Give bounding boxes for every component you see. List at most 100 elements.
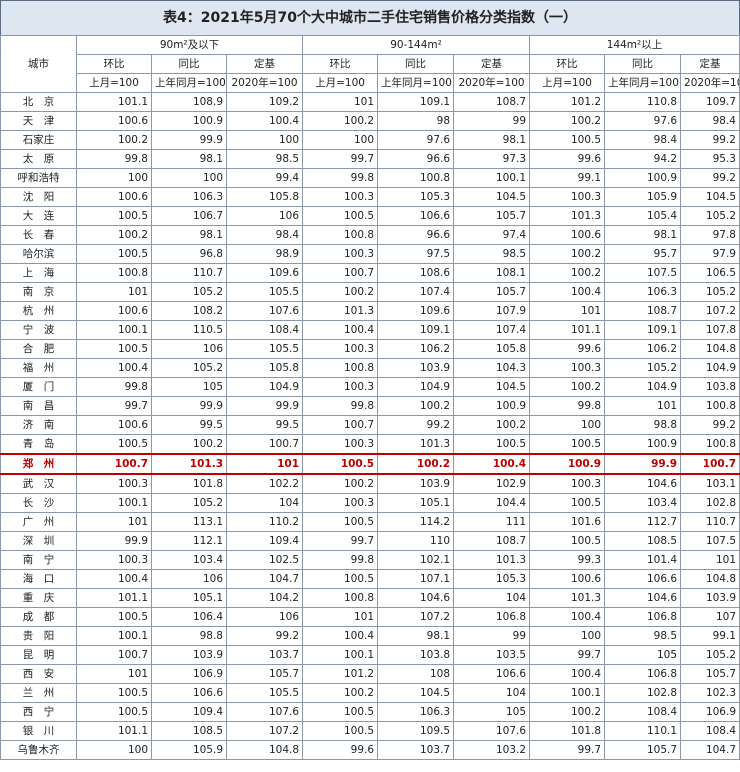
index-value-cell: 100.3 bbox=[302, 244, 379, 264]
index-value-cell: 100.5 bbox=[76, 607, 152, 627]
index-value-cell: 100.7 bbox=[680, 453, 740, 475]
index-value-cell: 104.8 bbox=[680, 569, 740, 589]
index-value-cell: 104.7 bbox=[225, 569, 304, 589]
table-row: 天 津 100.6 100.9 100.4 100.2 98 99 100.2 97.6 98.4 bbox=[0, 111, 740, 131]
index-value-cell: 105 bbox=[604, 645, 682, 665]
index-value-cell: 108.2 bbox=[151, 301, 227, 321]
index-value-cell: 100.4 bbox=[529, 664, 606, 684]
table-row: 深 圳 99.9 112.1 109.4 99.7 110 108.7 100.5 108.5 1… bbox=[0, 531, 740, 551]
index-value-cell: 104.5 bbox=[453, 377, 531, 397]
index-value-cell: 100.2 bbox=[76, 130, 152, 150]
index-value-cell: 100.5 bbox=[76, 683, 152, 703]
index-value-cell: 106.8 bbox=[453, 607, 531, 627]
spreadsheet-sheet: 表4：2021年5月70个大中城市二手住宅销售价格分类指数（一） 城市 90m²… bbox=[0, 0, 740, 772]
index-value-cell: 99.3 bbox=[529, 550, 606, 570]
index-value-cell: 108.7 bbox=[453, 92, 531, 112]
index-value-cell: 110.7 bbox=[151, 263, 227, 283]
index-value-cell: 100.7 bbox=[302, 263, 379, 283]
index-value-cell: 100.3 bbox=[302, 187, 379, 207]
city-cell: 天 津 bbox=[0, 111, 77, 131]
index-value-cell: 99.7 bbox=[302, 149, 379, 169]
city-cell: 合 肥 bbox=[0, 339, 77, 359]
index-value-cell: 101.1 bbox=[529, 320, 606, 340]
index-value-cell: 100 bbox=[302, 130, 379, 150]
index-value-cell: 108.7 bbox=[453, 531, 531, 551]
index-value-cell: 106.6 bbox=[151, 683, 227, 703]
city-cell: 厦 门 bbox=[0, 377, 77, 397]
base-header: 上月=100 bbox=[529, 73, 606, 93]
index-value-cell: 100.6 bbox=[529, 225, 606, 245]
metric-header: 环比 bbox=[76, 54, 152, 74]
city-cell: 海 口 bbox=[0, 569, 77, 589]
index-value-cell: 106.8 bbox=[604, 607, 682, 627]
index-value-cell: 100 bbox=[151, 168, 227, 188]
index-value-cell: 100.4 bbox=[529, 282, 606, 302]
index-value-cell: 106 bbox=[225, 607, 304, 627]
index-value-cell: 100.2 bbox=[529, 263, 606, 283]
index-value-cell: 100.5 bbox=[76, 434, 152, 455]
table-row: 青 岛 100.5 100.2 100.7 100.3 101.3 100.5 100.5 10… bbox=[0, 434, 740, 455]
index-value-cell: 105.8 bbox=[453, 339, 531, 359]
index-value-cell: 107.4 bbox=[377, 282, 455, 302]
index-value-cell: 100.7 bbox=[225, 434, 304, 455]
metric-header-row: 环比 同比 定基 环比 同比 定基 环比 同比 定基 bbox=[1, 54, 740, 74]
index-value-cell: 104.6 bbox=[377, 588, 455, 608]
city-cell: 长 春 bbox=[0, 225, 77, 245]
index-value-cell: 105.2 bbox=[151, 282, 227, 302]
index-value-cell: 109.1 bbox=[377, 320, 455, 340]
table-body: 北 京 101.1 108.9 109.2 101 109.1 108.7 101.2 110.… bbox=[0, 92, 740, 760]
index-value-cell: 104 bbox=[225, 493, 304, 513]
table-row: 南 京 101 105.2 105.5 100.2 107.4 105.7 100.4 106.… bbox=[0, 282, 740, 302]
table-header: 城市 90m²及以下 90-144m² 144m²以上 环比 同比 定基 环比 同比 定基… bbox=[0, 35, 740, 93]
index-value-cell: 99.8 bbox=[302, 168, 379, 188]
index-value-cell: 100.2 bbox=[529, 702, 606, 722]
index-value-cell: 100.3 bbox=[302, 434, 379, 455]
index-value-cell: 105.2 bbox=[151, 358, 227, 378]
price-index-table: 城市 90m²及以下 90-144m² 144m²以上 环比 同比 定基 环比 同比 定基… bbox=[0, 35, 740, 760]
index-value-cell: 105.7 bbox=[680, 664, 740, 684]
table-row: 兰 州 100.5 106.6 105.5 100.2 104.5 104 100.1 102.… bbox=[0, 683, 740, 703]
index-value-cell: 100.5 bbox=[302, 206, 379, 226]
index-value-cell: 106 bbox=[151, 339, 227, 359]
index-value-cell: 100.1 bbox=[529, 683, 606, 703]
index-value-cell: 99.7 bbox=[529, 645, 606, 665]
index-value-cell: 97.3 bbox=[453, 149, 531, 169]
index-value-cell: 100.1 bbox=[76, 320, 152, 340]
index-value-cell: 100.5 bbox=[76, 339, 152, 359]
city-cell: 南 昌 bbox=[0, 396, 77, 416]
index-value-cell: 100.9 bbox=[529, 453, 606, 475]
index-value-cell: 105.1 bbox=[377, 493, 455, 513]
city-cell: 哈尔滨 bbox=[0, 244, 77, 264]
index-value-cell: 105 bbox=[453, 702, 531, 722]
base-header: 2020年=100 bbox=[453, 73, 531, 93]
index-value-cell: 103.9 bbox=[377, 358, 455, 378]
index-value-cell: 101 bbox=[225, 453, 304, 475]
table-row: 乌鲁木齐 100 105.9 104.8 99.6 103.7 103.2 99.7 105.7… bbox=[0, 740, 740, 760]
index-value-cell: 99.6 bbox=[529, 149, 606, 169]
index-value-cell: 100.2 bbox=[76, 225, 152, 245]
index-value-cell: 101 bbox=[302, 92, 379, 112]
metric-header: 环比 bbox=[529, 54, 606, 74]
table-row: 贵 阳 100.1 98.8 99.2 100.4 98.1 99 100 98.5 99.1 bbox=[0, 626, 740, 646]
index-value-cell: 98.5 bbox=[225, 149, 304, 169]
index-value-cell: 100.1 bbox=[453, 168, 531, 188]
index-value-cell: 104.8 bbox=[225, 740, 304, 760]
index-value-cell: 95.7 bbox=[604, 244, 682, 264]
index-value-cell: 106.3 bbox=[377, 702, 455, 722]
table-row: 长 春 100.2 98.1 98.4 100.8 96.6 97.4 100.6 98.1 97… bbox=[0, 225, 740, 245]
table-row: 杭 州 100.6 108.2 107.6 101.3 109.6 107.9 101 108.… bbox=[0, 301, 740, 321]
index-value-cell: 103.9 bbox=[151, 645, 227, 665]
index-value-cell: 100 bbox=[76, 740, 152, 760]
index-value-cell: 99 bbox=[453, 626, 531, 646]
city-cell: 宁 波 bbox=[0, 320, 77, 340]
index-value-cell: 100.2 bbox=[302, 111, 379, 131]
index-value-cell: 110.2 bbox=[225, 512, 304, 532]
index-value-cell: 101.3 bbox=[151, 453, 227, 475]
index-value-cell: 98.1 bbox=[151, 225, 227, 245]
index-value-cell: 104.9 bbox=[225, 377, 304, 397]
index-value-cell: 100.8 bbox=[76, 263, 152, 283]
group-header-medium: 90-144m² bbox=[302, 35, 531, 55]
index-value-cell: 100.8 bbox=[302, 358, 379, 378]
index-value-cell: 100.4 bbox=[225, 111, 304, 131]
index-value-cell: 104.2 bbox=[225, 588, 304, 608]
